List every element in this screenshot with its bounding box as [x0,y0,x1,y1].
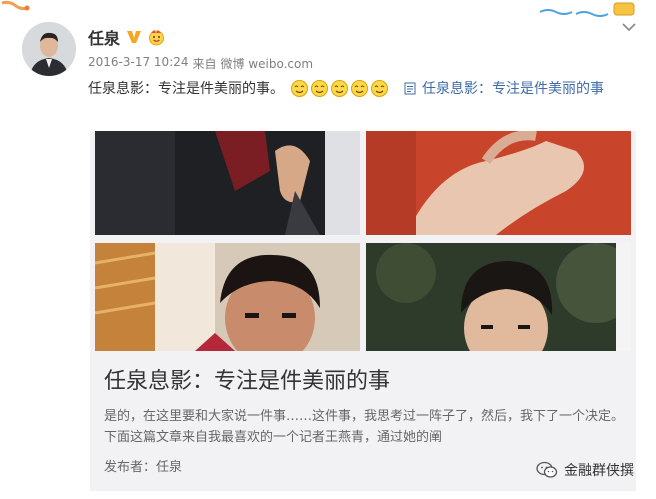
article-link-text[interactable]: 任泉息影：专注是件美丽的事 [422,78,604,98]
smiley-face-icon [371,79,388,97]
photo[interactable] [366,131,631,235]
smiley-face-icon [291,79,308,97]
smiley-face-icon [311,79,328,97]
card-description: 是的，在这里要和大家说一件事……这件事，我思考过一阵子了，然后，我下了一个决定。… [104,409,625,445]
post-text-row: 任泉息影：专注是件美丽的事。 任泉息影：专注是件美丽的事 [88,77,604,99]
smiley-face-icon [351,79,368,97]
card-publisher: 发布者： 任泉 [104,456,182,475]
photo[interactable] [95,243,360,351]
post-meta: 2016-3-17 10:24 来自 微博 weibo.com [88,55,313,72]
post-source[interactable]: 微博 weibo.com [221,55,314,72]
document-icon [404,82,416,94]
watermark-text: 金融群侠撰 [564,463,634,479]
chevron-down-icon[interactable] [622,22,636,32]
corner-decoration [1,0,30,11]
photo-collage[interactable] [90,131,636,351]
verified-v-icon [127,31,142,43]
emoji-badge-icon [149,29,165,45]
from-label: 来自 [192,57,217,71]
card-title[interactable]: 任泉息影：专注是件美丽的事 [104,363,390,395]
publisher-label: 发布者： [104,460,157,475]
article-card[interactable]: 任泉息影：专注是件美丽的事 是的，在这里要和大家说一件事……这件事，我思考过一阵… [90,131,636,491]
article-link[interactable]: 任泉息影：专注是件美丽的事 [404,78,604,98]
watermark: 金融群侠撰 [536,460,634,480]
avatar[interactable] [22,22,76,76]
emoji-group [290,79,390,98]
wechat-icon [536,461,558,478]
smiley-face-icon [331,79,348,97]
post-time[interactable]: 2016-3-17 10:24 [88,55,189,72]
photo[interactable] [366,243,631,351]
publisher-name[interactable]: 任泉 [156,456,182,475]
photo[interactable] [95,131,360,235]
post-text: 任泉息影：专注是件美丽的事。 [88,81,284,97]
user-name[interactable]: 任泉 [88,25,120,49]
corner-decoration [539,2,635,17]
